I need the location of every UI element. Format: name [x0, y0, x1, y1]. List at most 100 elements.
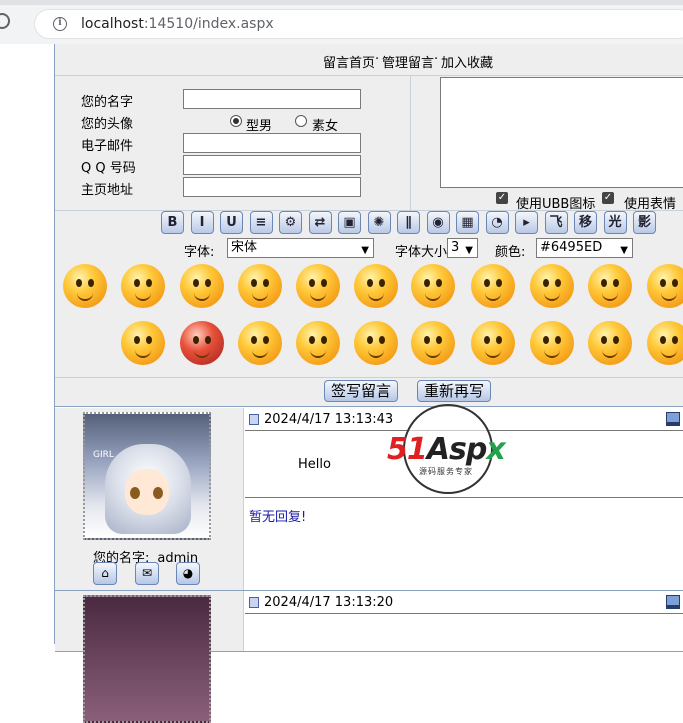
face-eye — [263, 279, 269, 287]
emoticon-face-icon[interactable] — [588, 264, 632, 308]
message-textarea[interactable] — [440, 77, 683, 188]
emoticon-face-icon[interactable] — [296, 264, 340, 308]
face-mouth — [425, 350, 441, 358]
use-ubb-label: 使用UBB图标 — [516, 197, 596, 212]
nav-manage-link[interactable]: 管理留言 — [382, 52, 434, 71]
ubb-image-button[interactable]: ▣ — [338, 211, 361, 234]
emoticon-face-icon[interactable] — [411, 321, 455, 365]
emoticon-face-icon[interactable] — [471, 264, 515, 308]
face-eye — [76, 279, 82, 287]
homepage-input[interactable] — [183, 177, 361, 197]
entry-reply: 暂无回复! — [249, 510, 307, 525]
computer-icon[interactable] — [666, 595, 680, 609]
emoticon-face-icon[interactable] — [647, 321, 683, 365]
gender-male-radio[interactable] — [230, 115, 242, 127]
chevron-down-icon: ▼ — [465, 245, 473, 256]
face-mouth — [602, 350, 618, 358]
emoticon-face-icon[interactable] — [471, 321, 515, 365]
ubb-flash-button[interactable]: ✺ — [367, 211, 391, 234]
face-mouth — [544, 293, 560, 301]
face-eye — [660, 279, 666, 287]
emoticon-face-icon[interactable] — [411, 264, 455, 308]
qq-icon[interactable]: ◕ — [176, 562, 200, 585]
face-mouth — [310, 293, 326, 301]
email-icon[interactable]: ✉ — [135, 562, 159, 585]
ubb-fly-button[interactable]: 飞 — [544, 211, 568, 234]
font-size-select[interactable]: 3 ▼ — [447, 238, 478, 258]
nav-home-link[interactable]: 留言首页 — [323, 52, 375, 71]
emoticon-face-icon[interactable] — [63, 264, 107, 308]
font-select[interactable]: 宋体 ▼ — [227, 238, 374, 258]
ubb-eye-button[interactable]: ◉ — [426, 211, 450, 234]
face-eye — [555, 279, 561, 287]
site-info-icon[interactable]: i — [53, 17, 67, 31]
email-label: 电子邮件 — [81, 139, 134, 154]
ubb-align-button[interactable]: ≡ — [249, 211, 273, 234]
emoticon-face-icon[interactable] — [647, 264, 683, 308]
emoticon-face-icon[interactable] — [530, 264, 574, 308]
emoticon-face-icon[interactable] — [530, 321, 574, 365]
ubb-swap-button[interactable]: ⇄ — [308, 211, 332, 234]
emoticon-face-icon[interactable] — [354, 264, 398, 308]
ubb-video-button[interactable]: ▸ — [515, 211, 538, 234]
face-eye — [251, 336, 257, 344]
entry-header: 2024/4/17 13:13:20 — [245, 591, 683, 614]
user-info-panel: 您的名字 您的头像 型男 素女 电子邮件 Q Q 号码 主页地址 — [55, 76, 411, 210]
color-select[interactable]: #6495ED ▼ — [536, 238, 633, 258]
ubb-underline-button[interactable]: U — [220, 211, 243, 234]
name-input[interactable] — [183, 89, 361, 109]
reset-form-button[interactable]: 重新再写 — [417, 380, 492, 402]
avatar-label: 您的头像 — [81, 117, 134, 132]
ubb-table-button[interactable]: ▦ — [456, 211, 479, 234]
ubb-web-button[interactable]: ⚙ — [279, 211, 302, 234]
face-mouth — [252, 350, 268, 358]
font-select-value: 宋体 — [231, 240, 258, 255]
emoticon-face-icon[interactable] — [121, 264, 165, 308]
font-size-value: 3 — [451, 240, 460, 255]
use-emote-label: 使用表情 — [624, 197, 677, 212]
use-emote-checkbox[interactable]: ✓ — [602, 192, 614, 204]
face-eye — [672, 336, 678, 344]
homepage-icon[interactable]: ⌂ — [93, 562, 117, 585]
use-ubb-checkbox[interactable]: ✓ — [496, 192, 508, 204]
qq-input[interactable] — [183, 155, 361, 175]
ubb-shadow-button[interactable]: 影 — [633, 211, 656, 234]
ubb-media-button[interactable]: ∥ — [397, 211, 420, 234]
nav-separator: · — [375, 52, 380, 67]
emoticon-face-icon[interactable] — [354, 321, 398, 365]
face-eye — [88, 279, 94, 287]
ubb-clock-button[interactable]: ◔ — [485, 211, 509, 234]
face-mouth — [77, 293, 93, 301]
face-eye — [146, 336, 152, 344]
emoticon-face-icon[interactable] — [296, 321, 340, 365]
face-eye — [555, 336, 561, 344]
emoticon-face-icon[interactable] — [180, 264, 224, 308]
emoticon-face-icon[interactable] — [238, 321, 282, 365]
ubb-move-button[interactable]: 移 — [574, 211, 597, 234]
submit-message-button[interactable]: 签写留言 — [324, 380, 399, 402]
email-input[interactable] — [183, 133, 361, 153]
gender-female-label: 素女 — [312, 119, 339, 134]
face-eye — [321, 336, 327, 344]
emoticon-face-icon[interactable] — [180, 321, 224, 365]
emoticon-face-icon[interactable] — [238, 264, 282, 308]
computer-icon[interactable] — [666, 412, 680, 426]
nav-bookmark-link[interactable]: 加入收藏 — [441, 52, 493, 71]
ubb-italic-button[interactable]: I — [190, 211, 214, 234]
face-eye — [134, 336, 140, 344]
watermark-brand-part: 51 — [387, 432, 428, 467]
emoticon-face-icon[interactable] — [588, 321, 632, 365]
gender-female-radio[interactable] — [295, 115, 307, 127]
watermark-logo: 51Aspx 源码服务专家 — [385, 404, 513, 494]
face-eye — [424, 336, 430, 344]
watermark-brand: 51Aspx — [387, 432, 506, 467]
face-eye — [660, 336, 666, 344]
ubb-bold-button[interactable]: B — [161, 211, 184, 234]
face-mouth — [661, 293, 677, 301]
face-eye — [367, 279, 373, 287]
emoticon-face-icon[interactable] — [121, 321, 165, 365]
ubb-glow-button[interactable]: 光 — [603, 211, 627, 234]
reload-icon[interactable] — [0, 13, 10, 29]
address-bar[interactable]: i localhost:14510/index.aspx — [34, 9, 683, 39]
face-mouth — [425, 293, 441, 301]
